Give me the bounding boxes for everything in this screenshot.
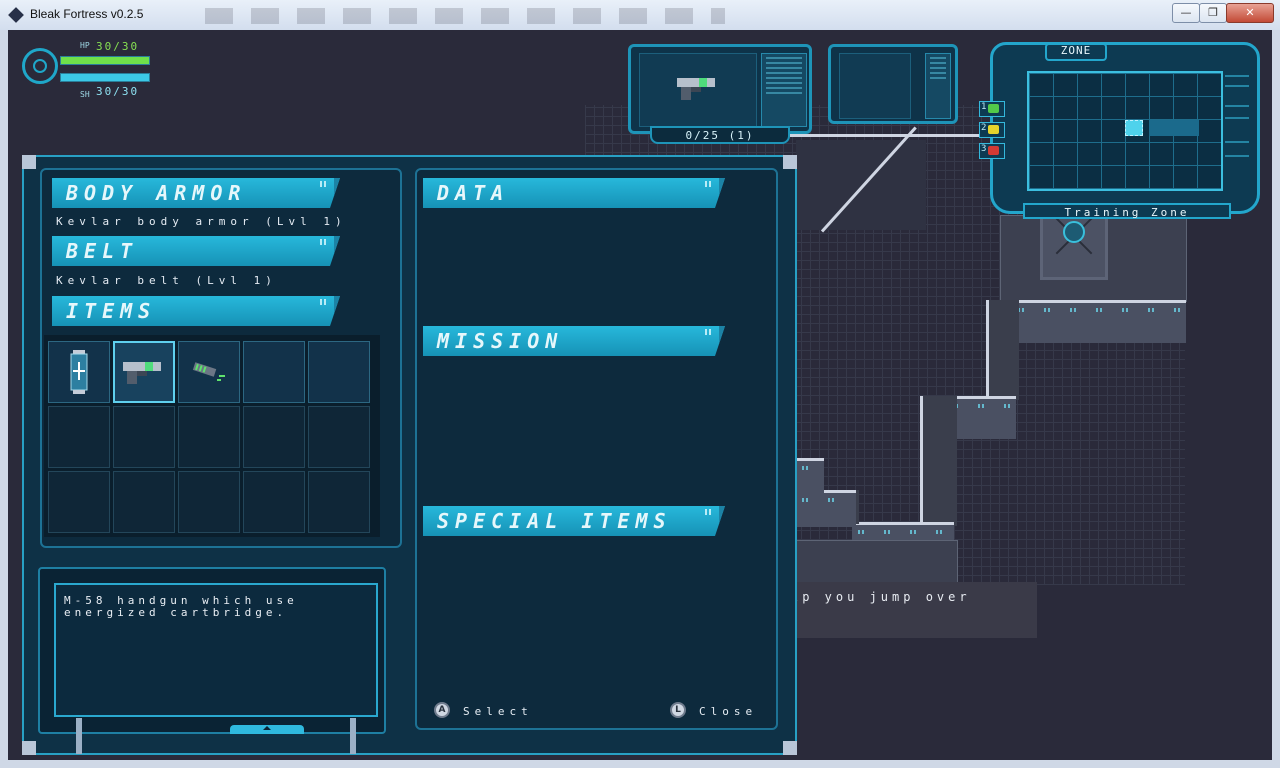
platform-step: [796, 458, 824, 495]
mission-heading[interactable]: MISSION: [423, 326, 725, 356]
door-core-icon: [1063, 221, 1085, 243]
body-armor-value: Kevlar body armor (Lvl 1): [56, 215, 347, 228]
belt-heading: BELT: [52, 236, 340, 266]
hp-bar: [60, 56, 150, 65]
inventory-slot[interactable]: [243, 406, 305, 468]
energy-cartridge-icon: [179, 342, 239, 402]
app-icon: [8, 7, 24, 23]
shield-value: 30/30: [96, 85, 140, 98]
window-border-left: [0, 30, 8, 768]
hp-value: 30/30: [96, 40, 140, 53]
select-hint[interactable]: Select: [463, 705, 533, 718]
inventory-slot[interactable]: [113, 471, 175, 533]
key-indicator-1: 1: [979, 101, 1005, 117]
inventory-slot[interactable]: [48, 471, 110, 533]
a-button-icon: A: [434, 702, 450, 718]
shield-label: SH: [80, 90, 90, 99]
minimap-grid: [1027, 71, 1223, 191]
inventory-slot[interactable]: [308, 341, 370, 403]
key-number: 1: [981, 102, 987, 112]
keycard-icon: [988, 125, 999, 134]
window-title: Bleak Fortress v0.2.5: [30, 7, 144, 21]
handgun-icon: [115, 343, 173, 401]
l-button-icon: L: [670, 702, 686, 718]
minimize-button[interactable]: —: [1172, 3, 1200, 23]
item-description-text: M-58 handgun which use energized cartbri…: [64, 594, 298, 619]
zone-minimap: ZONE Training Zone 1 2 3: [979, 42, 1260, 219]
player-status-hud: HP 30/30 SH 30/30: [20, 38, 165, 100]
zone-name: Training Zone: [1023, 203, 1231, 219]
body-armor-heading: BODY ARMOR: [52, 178, 340, 208]
key-indicator-3: 3: [979, 143, 1005, 159]
window-border-bottom: [0, 760, 1280, 768]
explored-room: [1149, 120, 1199, 136]
handgun-icon: [677, 78, 715, 100]
info-column: [415, 168, 778, 730]
panel-strut: [76, 718, 82, 754]
level-floor: [796, 540, 958, 584]
inventory-slot[interactable]: [48, 341, 110, 403]
inventory-slot[interactable]: [308, 406, 370, 468]
platform-step: [796, 490, 856, 527]
window-titlebar[interactable]: Bleak Fortress v0.2.5 — ❐ ✕: [0, 0, 1280, 31]
inventory-slot[interactable]: [48, 406, 110, 468]
key-number: 2: [981, 123, 987, 133]
items-grid: [44, 335, 380, 537]
inventory-slot[interactable]: [308, 471, 370, 533]
player-location-marker: [1125, 120, 1143, 136]
maximize-button[interactable]: ❐: [1199, 3, 1227, 23]
description-expand-button[interactable]: [230, 725, 304, 734]
hp-label: HP: [80, 41, 90, 50]
platform-wall: [920, 396, 957, 526]
data-heading[interactable]: DATA: [423, 178, 725, 208]
zone-title: ZONE: [1045, 43, 1107, 61]
key-indicator-2: 2: [979, 122, 1005, 138]
secondary-weapon-slot: [828, 44, 958, 124]
inventory-slot[interactable]: [243, 471, 305, 533]
inventory-slot[interactable]: [178, 471, 240, 533]
window-border-right: [1272, 30, 1280, 768]
item-description-box: M-58 handgun which use energized cartbri…: [38, 567, 386, 734]
ramp-edge: [790, 134, 990, 137]
special-items-heading[interactable]: SPECIAL ITEMS: [423, 506, 725, 536]
ammo-counter: 0/25 (1): [650, 126, 790, 144]
items-heading: ITEMS: [52, 296, 340, 326]
player-emblem-icon: [22, 48, 58, 84]
shield-bar: [60, 73, 150, 82]
platform-wall: [986, 300, 1019, 400]
inventory-slot[interactable]: [113, 406, 175, 468]
inventory-slot[interactable]: [113, 341, 175, 403]
health-canister-icon: [49, 342, 109, 402]
close-hint[interactable]: Close: [699, 705, 757, 718]
keycard-icon: [988, 146, 999, 155]
key-number: 3: [981, 144, 987, 154]
inventory-slot[interactable]: [178, 406, 240, 468]
belt-value: Kevlar belt (Lvl 1): [56, 274, 277, 287]
keycard-icon: [988, 104, 999, 113]
inventory-slot[interactable]: [178, 341, 240, 403]
close-window-button[interactable]: ✕: [1226, 3, 1274, 23]
titlebar-ghost-reflection: [205, 8, 725, 24]
panel-strut: [350, 718, 356, 754]
background-hint-message: lp you jump over: [784, 582, 1037, 638]
inventory-slot[interactable]: [243, 341, 305, 403]
